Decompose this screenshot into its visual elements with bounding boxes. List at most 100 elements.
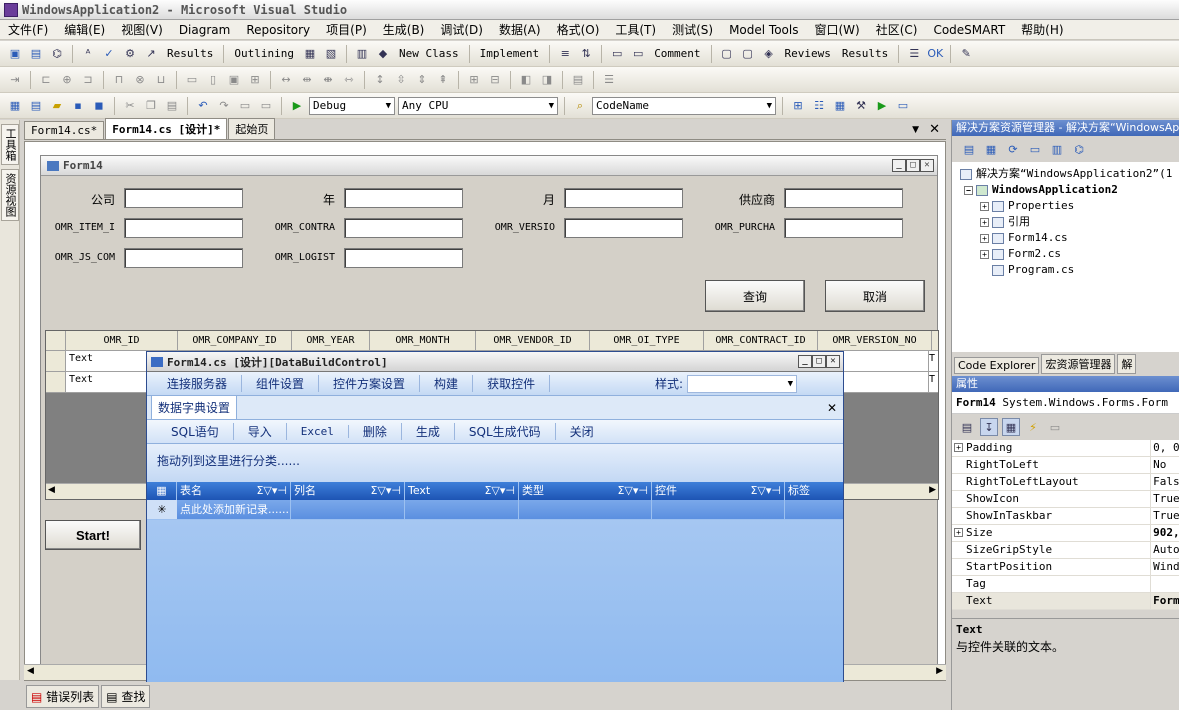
scroll-right-icon[interactable]: ▶ (929, 485, 936, 495)
tree-item[interactable]: + 引用 (960, 214, 1179, 230)
toolbar-icon[interactable]: ◆ (374, 45, 392, 63)
menu-diagram[interactable]: Diagram (171, 23, 239, 37)
spacing-icon[interactable]: ⇹ (298, 71, 316, 89)
menu-data[interactable]: 数据(A) (491, 21, 549, 38)
maximize-icon[interactable]: □ (812, 355, 826, 368)
close-tab-icon[interactable]: ✕ (827, 401, 837, 415)
property-row[interactable]: + Padding 0, 0 (952, 440, 1179, 457)
purcha-input[interactable] (784, 218, 903, 238)
align-top-icon[interactable]: ⊓ (110, 71, 128, 89)
scroll-left-icon[interactable]: ◀ (48, 485, 55, 495)
paste-icon[interactable]: ▤ (163, 97, 181, 115)
tab-find[interactable]: ▤ 查找 (101, 684, 151, 708)
align-bottom-icon[interactable]: ⊔ (152, 71, 170, 89)
scroll-right-icon[interactable]: ▶ (936, 666, 943, 676)
property-row[interactable]: TextForm14 (952, 593, 1179, 610)
menu-tools[interactable]: 工具(T) (607, 21, 664, 38)
properties-object-selector[interactable]: Form14 System.Windows.Forms.Form (952, 392, 1179, 414)
comment-dropdown[interactable]: Comment (650, 47, 704, 60)
column-header[interactable]: 控件 Σ▽▾⊣ (652, 482, 785, 500)
menu-project[interactable]: 项目(P) (318, 21, 375, 38)
property-row[interactable]: SizeGripStyle Auto (952, 542, 1179, 559)
ok-icon[interactable]: OK (926, 45, 944, 63)
redo-icon[interactable]: ↷ (215, 97, 233, 115)
tab-error-list[interactable]: ▤ 错误列表 (26, 684, 100, 708)
column-header[interactable]: OMR_VERSION_NO (818, 331, 932, 350)
toolbar-icon[interactable]: ⚙ (121, 45, 139, 63)
menu-model-tools[interactable]: Model Tools (721, 23, 806, 37)
sql-generate-code-button[interactable]: SQL生成代码 (455, 423, 556, 440)
close-document-icon[interactable]: ✕ (929, 122, 940, 137)
results2-dropdown[interactable]: Results (838, 47, 892, 60)
tree-item[interactable]: + Form2.cs (960, 246, 1179, 262)
sort-icon[interactable]: ⇅ (577, 45, 595, 63)
cut-icon[interactable]: ✂ (121, 97, 139, 115)
toolbar-icon[interactable]: ▭ (629, 45, 647, 63)
column-header[interactable]: 标签 (785, 482, 843, 500)
tab-list-dropdown-icon[interactable]: ▼ (912, 125, 919, 135)
toolbar-icon[interactable]: ▦ (301, 45, 319, 63)
center-icon[interactable]: ⊟ (486, 71, 504, 89)
property-pages-icon[interactable]: ▭ (1046, 418, 1064, 436)
delete-button[interactable]: 删除 (349, 423, 402, 440)
menu-repository[interactable]: Repository (238, 23, 318, 37)
toolbar-icon[interactable]: ▢ (718, 45, 736, 63)
column-header[interactable]: OMR_YEAR (292, 331, 370, 350)
object-browser-icon[interactable]: ▦ (831, 97, 849, 115)
reviews-dropdown[interactable]: Reviews (781, 47, 835, 60)
spacing-icon[interactable]: ⇞ (434, 71, 452, 89)
alphabetical-icon[interactable]: ↧ (980, 418, 998, 436)
toolbar-icon[interactable]: ▥ (353, 45, 371, 63)
new-class-button[interactable]: New Class (395, 47, 463, 60)
cancel-button[interactable]: 取消 (825, 280, 925, 312)
tab-data-dictionary[interactable]: 数据字典设置 (151, 395, 238, 419)
tab-code-explorer[interactable]: Code Explorer (954, 357, 1040, 374)
size-icon[interactable]: ▣ (225, 71, 243, 89)
categorized-icon[interactable]: ▤ (958, 418, 976, 436)
align-icon[interactable]: ⇥ (6, 71, 24, 89)
toolbar-icon[interactable]: ✎ (957, 45, 975, 63)
spellcheck-icon[interactable]: ✓ (100, 45, 118, 63)
query-button[interactable]: 查询 (705, 280, 805, 312)
tab-start-page[interactable]: 起始页 (228, 118, 276, 139)
versio-input[interactable] (564, 218, 683, 238)
menu-test[interactable]: 测试(S) (664, 21, 721, 38)
scroll-left-icon[interactable]: ◀ (27, 666, 34, 676)
align-center-icon[interactable]: ⊕ (58, 71, 76, 89)
close-button[interactable]: 关闭 (556, 423, 608, 440)
minimize-icon[interactable]: _ (892, 159, 906, 172)
column-header[interactable]: 表名 Σ▽▾⊣ (177, 482, 291, 500)
menu-view[interactable]: 视图(V) (113, 21, 171, 38)
toolbar-icon[interactable]: ⌬ (48, 45, 66, 63)
toolbar-icon[interactable]: ▣ (6, 45, 24, 63)
column-header[interactable]: OMR_VENDOR_ID (476, 331, 590, 350)
align-left-icon[interactable]: ⊏ (37, 71, 55, 89)
window-icon[interactable]: ▭ (894, 97, 912, 115)
config-combo[interactable]: Debug ▼ (309, 96, 395, 115)
column-header[interactable]: OMR_MONTH (370, 331, 476, 350)
results-dropdown[interactable]: Results (163, 47, 217, 60)
project-node[interactable]: − WindowsApplication2 (960, 182, 1179, 198)
toolbar-icon[interactable]: ▭ (608, 45, 626, 63)
vendor-input[interactable] (784, 188, 903, 208)
resource-view-tab[interactable]: 资源视图 (1, 169, 19, 221)
codename-combo[interactable]: CodeName ▼ (592, 96, 776, 115)
tab-form14-code[interactable]: Form14.cs* (24, 121, 105, 139)
tab-solution[interactable]: 解 (1117, 354, 1137, 374)
save-icon[interactable]: ▪ (69, 97, 87, 115)
center-icon[interactable]: ⊞ (465, 71, 483, 89)
view-code-icon[interactable]: ▭ (1026, 140, 1044, 158)
get-controls-button[interactable]: 获取控件 (473, 375, 551, 392)
menu-codesmart[interactable]: CodeSMART (925, 23, 1013, 37)
start-page-icon[interactable]: ▶ (873, 97, 891, 115)
js-input[interactable] (124, 248, 243, 268)
tab-form14-design[interactable]: Form14.cs [设计]* (105, 118, 228, 139)
generate-button[interactable]: 生成 (402, 423, 455, 440)
close-icon[interactable]: ✕ (826, 355, 840, 368)
menu-format[interactable]: 格式(O) (549, 21, 608, 38)
add-item-icon[interactable]: ▤ (27, 97, 45, 115)
menu-help[interactable]: 帮助(H) (1013, 21, 1071, 38)
menu-file[interactable]: 文件(F) (0, 21, 56, 38)
sql-statement-button[interactable]: SQL语句 (157, 423, 234, 440)
property-row[interactable]: RightToLeftLayoutFalse (952, 474, 1179, 491)
